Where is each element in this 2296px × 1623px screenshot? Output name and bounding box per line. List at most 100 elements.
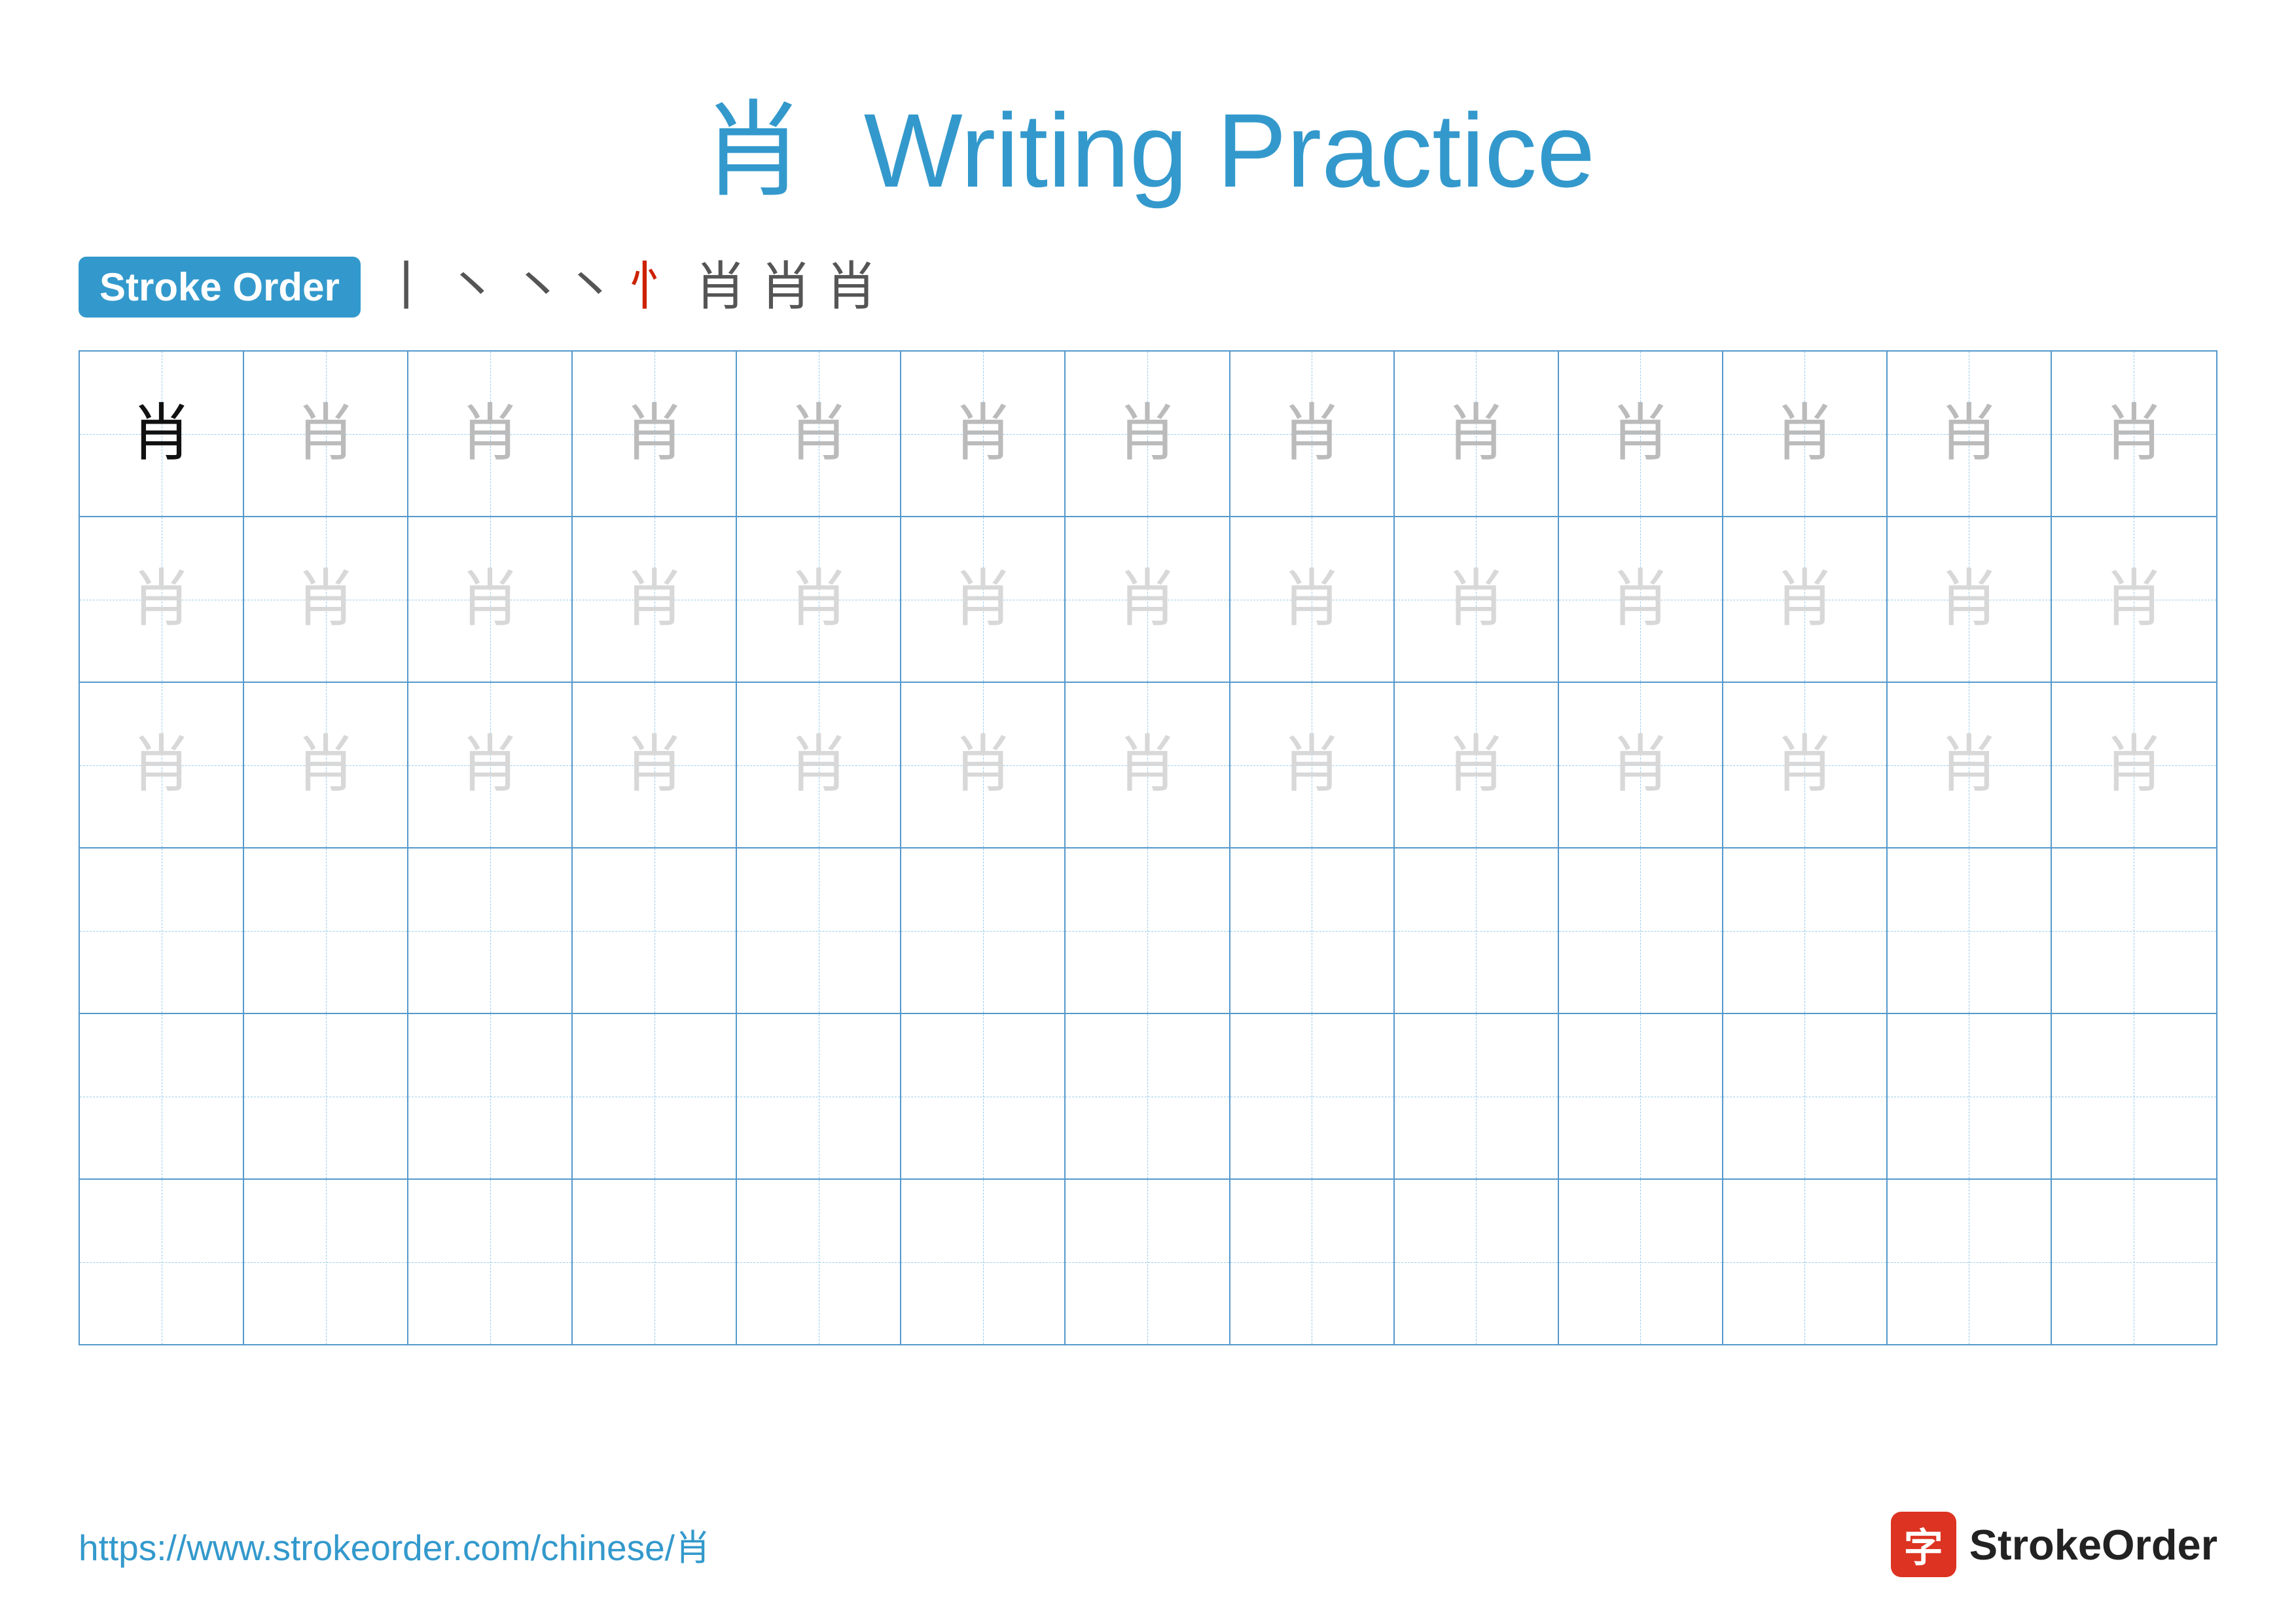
grid-cell[interactable] [1395, 1014, 1559, 1178]
grid-cell[interactable] [737, 848, 901, 1013]
grid-cell[interactable] [1559, 848, 1723, 1013]
char-display: 肖 [295, 568, 357, 630]
grid-cell[interactable] [573, 1014, 737, 1178]
char-display: 肖 [787, 734, 850, 796]
title-label: Writing Practice [864, 92, 1595, 209]
char-display: 肖 [1445, 568, 1507, 630]
grid-cell: 肖 [244, 352, 408, 516]
grid-cell[interactable] [573, 848, 737, 1013]
grid-cell[interactable] [1723, 1014, 1888, 1178]
grid-cell: 肖 [1723, 352, 1888, 516]
char-display: 肖 [623, 568, 685, 630]
grid-cell: 肖 [1395, 352, 1559, 516]
char-display: 肖 [1938, 403, 2000, 465]
stroke-order-row: Stroke Order 丨 ㇔ ㇔㇔ 忄 肖 肖 肖 [79, 257, 2217, 318]
grid-cell[interactable] [1559, 1014, 1723, 1178]
grid-cell: 肖 [2052, 683, 2216, 847]
stroke-step-1: 丨 [380, 261, 433, 314]
char-display: 肖 [1938, 568, 2000, 630]
grid-cell: 肖 [901, 352, 1066, 516]
page-title: 肖 Writing Practice [701, 92, 1595, 209]
title-chinese-char: 肖 [701, 92, 806, 209]
grid-cell[interactable] [1230, 1014, 1395, 1178]
grid-cell[interactable] [901, 848, 1066, 1013]
char-display: 肖 [1609, 734, 1672, 796]
grid-row-6 [80, 1180, 2216, 1344]
char-display: 肖 [1445, 403, 1507, 465]
char-display: 肖 [787, 568, 850, 630]
grid-cell[interactable] [1066, 1180, 1230, 1344]
grid-cell[interactable] [244, 1180, 408, 1344]
grid-cell[interactable] [1888, 1180, 2052, 1344]
grid-cell[interactable] [901, 1014, 1066, 1178]
grid-cell[interactable] [244, 1014, 408, 1178]
grid-cell[interactable] [1888, 848, 2052, 1013]
grid-cell: 肖 [573, 683, 737, 847]
char-display: 肖 [1116, 403, 1178, 465]
page: 肖 Writing Practice Stroke Order 丨 ㇔ ㇔㇔ 忄… [0, 0, 2296, 1623]
grid-cell[interactable] [1395, 1180, 1559, 1344]
stroke-sequence: 丨 ㇔ ㇔㇔ 忄 肖 肖 肖 [380, 261, 878, 314]
grid-cell[interactable] [1888, 1014, 2052, 1178]
grid-cell[interactable] [80, 1014, 244, 1178]
grid-cell[interactable] [737, 1180, 901, 1344]
char-display: 肖 [1281, 734, 1343, 796]
char-display: 肖 [1445, 734, 1507, 796]
grid-cell: 肖 [1395, 683, 1559, 847]
char-display: 肖 [2103, 568, 2165, 630]
grid-cell: 肖 [1559, 683, 1723, 847]
stroke-step-4: 忄 [629, 261, 681, 314]
grid-row-4 [80, 848, 2216, 1014]
char-display: 肖 [1281, 403, 1343, 465]
grid-cell[interactable] [408, 1014, 573, 1178]
grid-cell: 肖 [2052, 517, 2216, 682]
grid-cell[interactable] [2052, 1180, 2216, 1344]
grid-cell[interactable] [1559, 1180, 1723, 1344]
grid-row-5 [80, 1014, 2216, 1180]
grid-cell: 肖 [1066, 352, 1230, 516]
grid-cell[interactable] [1066, 848, 1230, 1013]
char-display: 肖 [1116, 734, 1178, 796]
grid-cell[interactable] [737, 1014, 901, 1178]
grid-cell: 肖 [1559, 517, 1723, 682]
grid-cell[interactable] [573, 1180, 737, 1344]
stroke-step-2: ㇔ [446, 261, 498, 314]
footer-url[interactable]: https://www.strokeorder.com/chinese/肖 [79, 1518, 711, 1571]
grid-cell: 肖 [573, 517, 737, 682]
grid-cell: 肖 [737, 683, 901, 847]
char-display: 肖 [295, 734, 357, 796]
grid-cell: 肖 [1230, 517, 1395, 682]
char-display: 肖 [1281, 568, 1343, 630]
grid-cell[interactable] [244, 848, 408, 1013]
footer-logo-text: StrokeOrder [1969, 1520, 2217, 1569]
grid-cell[interactable] [408, 1180, 573, 1344]
char-display: 肖 [1774, 403, 1836, 465]
grid-cell: 肖 [244, 517, 408, 682]
grid-cell[interactable] [1066, 1014, 1230, 1178]
char-display: 肖 [130, 403, 192, 465]
char-display: 肖 [2103, 403, 2165, 465]
grid-cell[interactable] [80, 1180, 244, 1344]
char-display: 肖 [1609, 403, 1672, 465]
grid-cell[interactable] [901, 1180, 1066, 1344]
char-display: 肖 [1774, 734, 1836, 796]
grid-cell: 肖 [901, 683, 1066, 847]
grid-cell[interactable] [2052, 848, 2216, 1013]
title-area: 肖 Writing Practice [79, 65, 2217, 217]
grid-cell: 肖 [1723, 683, 1888, 847]
grid-cell: 肖 [80, 517, 244, 682]
grid-cell[interactable] [408, 848, 573, 1013]
grid-cell[interactable] [1723, 1180, 1888, 1344]
char-display: 肖 [1938, 734, 2000, 796]
grid-cell[interactable] [1723, 848, 1888, 1013]
grid-cell: 肖 [408, 352, 573, 516]
grid-cell[interactable] [1230, 848, 1395, 1013]
grid-cell: 肖 [408, 517, 573, 682]
grid-cell[interactable] [1230, 1180, 1395, 1344]
stroke-step-3: ㇔㇔ [511, 261, 616, 314]
grid-cell[interactable] [2052, 1014, 2216, 1178]
grid-cell[interactable] [80, 848, 244, 1013]
grid-row-2: 肖 肖 肖 肖 肖 肖 肖 肖 肖 肖 肖 肖 肖 [80, 517, 2216, 683]
char-display: 肖 [130, 734, 192, 796]
grid-cell[interactable] [1395, 848, 1559, 1013]
